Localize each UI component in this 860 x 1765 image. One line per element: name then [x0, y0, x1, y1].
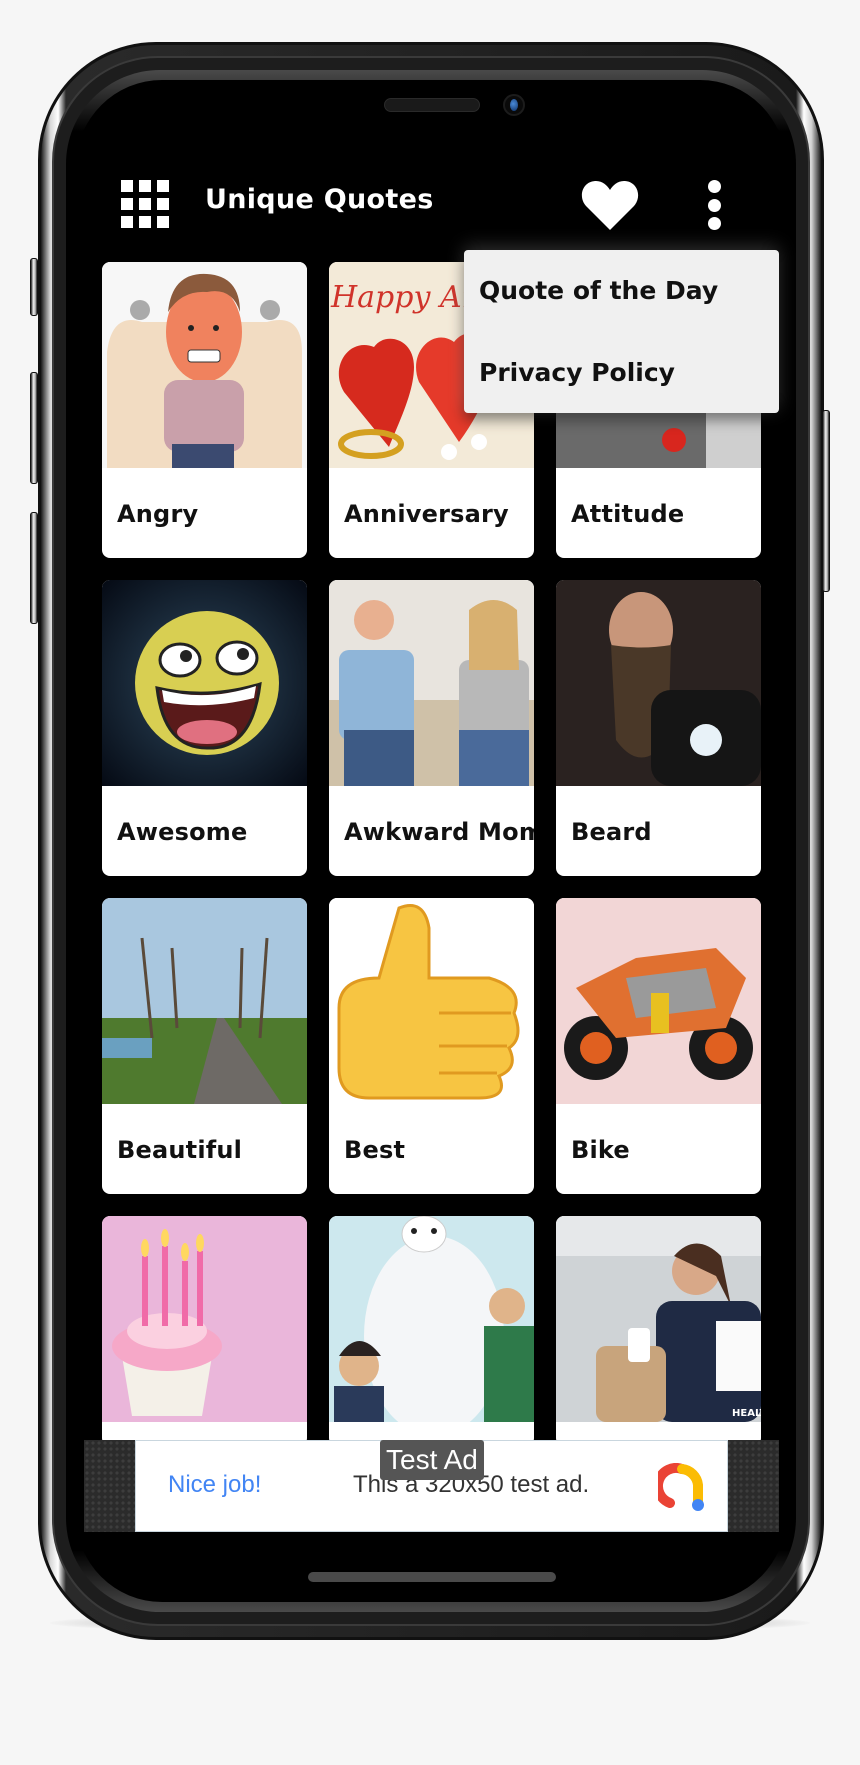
mute-switch: [30, 258, 38, 316]
more-vert-icon[interactable]: [706, 180, 722, 230]
test-ad-badge: Test Ad: [380, 1440, 484, 1480]
category-image: [329, 580, 534, 786]
admob-logo-icon: [658, 1463, 704, 1511]
volume-down-button: [30, 512, 38, 624]
category-label: Awesome: [117, 818, 248, 846]
category-card-angry[interactable]: Angry: [102, 262, 307, 558]
category-card-best[interactable]: Best: [329, 898, 534, 1194]
svg-text:HEALT: HEALT: [732, 1408, 761, 1419]
category-label: Best: [344, 1136, 406, 1164]
category-image: [556, 580, 761, 786]
category-card-beard[interactable]: Beard: [556, 580, 761, 876]
svg-text:Happy An: Happy An: [330, 280, 481, 315]
grid-icon[interactable]: [121, 180, 169, 228]
heart-icon[interactable]: [580, 178, 640, 232]
category-image: [102, 262, 307, 468]
category-card-beautiful[interactable]: Beautiful: [102, 898, 307, 1194]
category-label: Beautiful: [117, 1136, 243, 1164]
category-card-business[interactable]: HEALT: [556, 1216, 761, 1446]
category-label: Anniversary: [344, 500, 509, 528]
category-label: Attitude: [571, 500, 685, 528]
category-image: [329, 1216, 534, 1422]
category-label: Bike: [571, 1136, 630, 1164]
category-image: [556, 898, 761, 1104]
power-button: [822, 410, 830, 592]
category-card-birthday[interactable]: [102, 1216, 307, 1446]
category-card-big-hero[interactable]: [329, 1216, 534, 1446]
category-image: [102, 1216, 307, 1422]
front-camera: [503, 94, 525, 116]
category-label: Angry: [117, 500, 199, 528]
ad-headline[interactable]: Nice job!: [168, 1471, 261, 1499]
overflow-menu: Quote of the Day Privacy Policy: [464, 250, 779, 413]
home-indicator[interactable]: [308, 1572, 556, 1582]
category-card-awkward-moment[interactable]: Awkward Mome: [329, 580, 534, 876]
menu-item-quote-of-the-day[interactable]: Quote of the Day: [479, 276, 718, 305]
category-label: Beard: [571, 818, 652, 846]
category-image: [102, 898, 307, 1104]
category-image: HEALT: [556, 1216, 761, 1422]
category-image: [329, 898, 534, 1104]
earpiece-speaker: [384, 98, 480, 112]
app-title: Unique Quotes: [205, 184, 434, 215]
volume-up-button: [30, 372, 38, 484]
category-label: Awkward Mome: [344, 818, 534, 846]
menu-item-privacy-policy[interactable]: Privacy Policy: [479, 358, 675, 387]
category-card-bike[interactable]: Bike: [556, 898, 761, 1194]
category-image: [102, 580, 307, 786]
category-card-awesome[interactable]: Awesome: [102, 580, 307, 876]
